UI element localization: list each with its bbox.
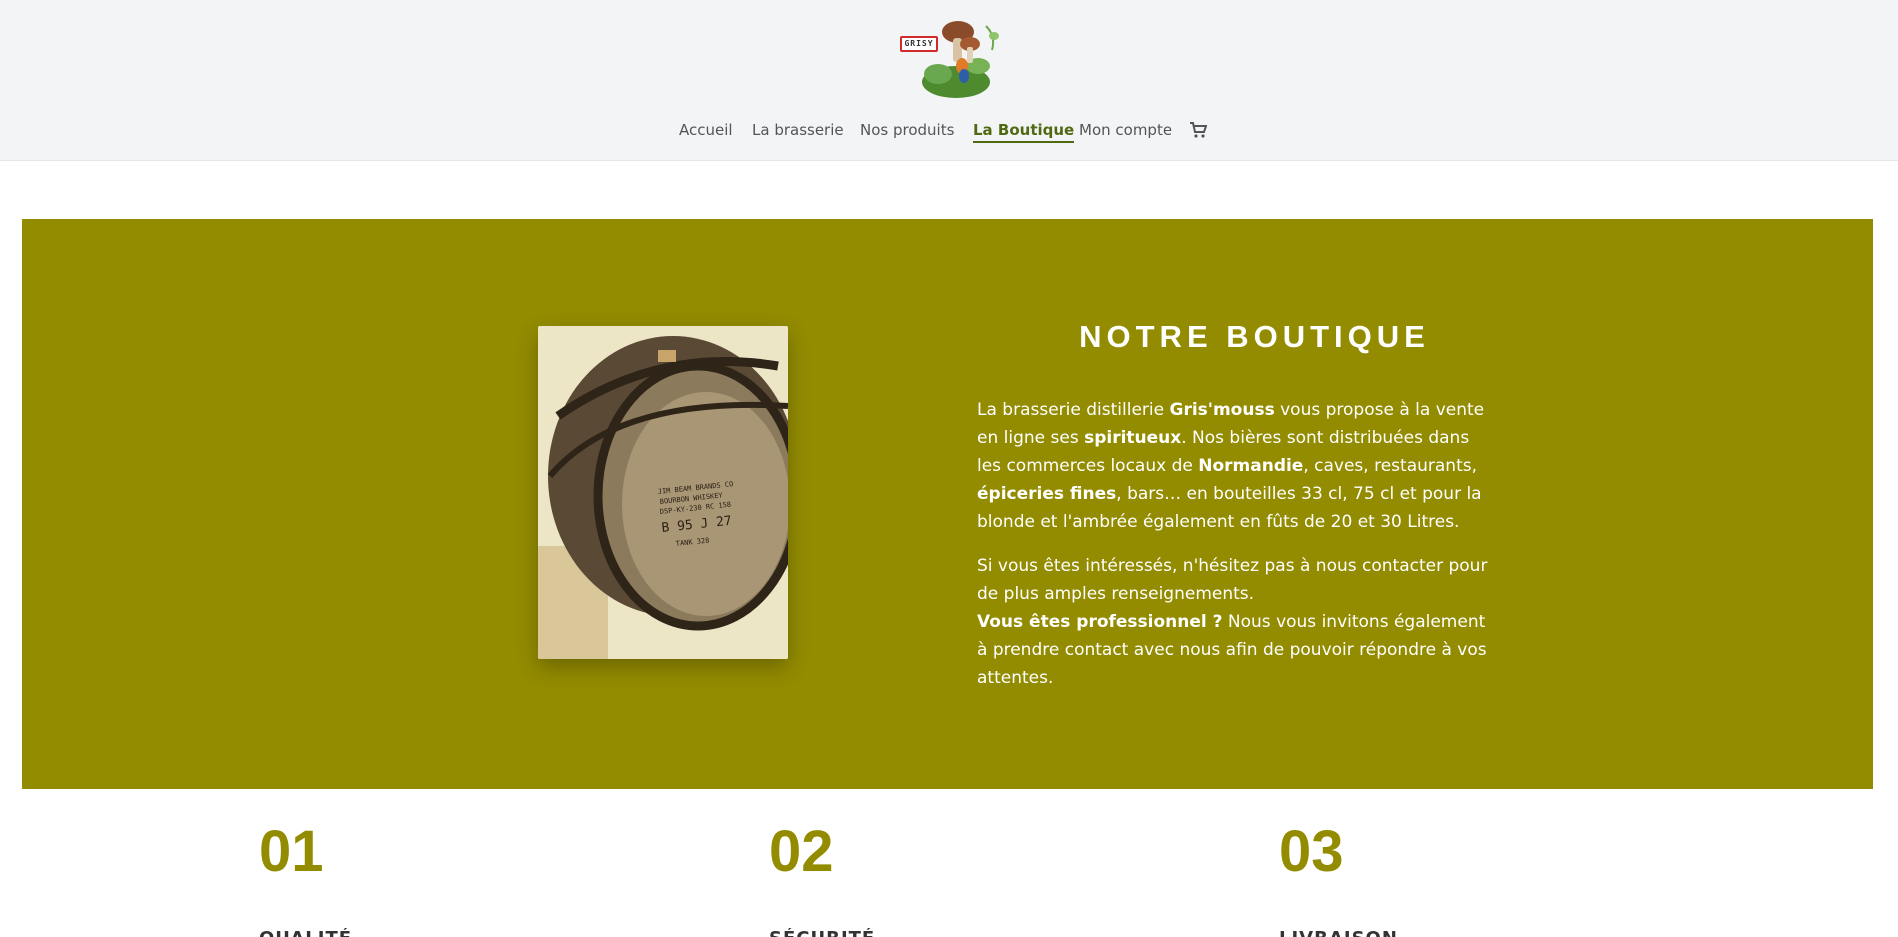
nav-la-brasserie[interactable]: La brasserie [752,118,844,148]
feature-label-3: LIVRAISON [1279,928,1398,937]
shop-hero-section: JIM BEAM BRANDS CO BOURBON WHISKEY DSP-K… [22,219,1873,789]
logo-illustration [922,21,999,98]
nav-accueil[interactable]: Accueil [679,118,733,148]
site-logo[interactable]: GRISY [896,16,1002,102]
feature-number-2: 02 [769,819,834,884]
text-segment: La brasserie distillerie [977,400,1170,420]
feature-label-1: QUALITÉ [259,928,352,937]
brand-name: Gris'mouss [1169,400,1275,420]
keyword-spiritueux: spiritueux [1084,428,1182,448]
nav-nos-produits[interactable]: Nos produits [860,118,954,148]
hero-description: La brasserie distillerie Gris'mouss vous… [977,396,1497,708]
keyword-epiceries-fines: épiceries fines [977,484,1117,504]
logo-sign: GRISY [900,36,938,52]
pro-question: Vous êtes professionnel ? [977,612,1223,632]
feature-label-2: SÉCURITÉ [769,928,875,937]
cart-icon[interactable] [1189,121,1208,139]
site-header: GRISY Accueil La brasserie Nos produits … [0,0,1898,161]
text-segment: Si vous êtes intéressés, n'hésitez pas à… [977,556,1488,604]
nav-la-boutique[interactable]: La Boutique [973,118,1075,148]
feature-number-3: 03 [1279,819,1344,884]
keyword-normandie: Normandie [1198,456,1304,476]
nav-mon-compte[interactable]: Mon compte [1079,118,1172,148]
barrel-image: JIM BEAM BRANDS CO BOURBON WHISKEY DSP-K… [538,326,788,659]
intro-paragraph: La brasserie distillerie Gris'mouss vous… [977,396,1497,536]
contact-paragraph: Si vous êtes intéressés, n'hésitez pas à… [977,552,1497,692]
text-segment: , caves, restaurants, [1303,456,1477,476]
feature-number-1: 01 [259,819,324,884]
page-title: NOTRE BOUTIQUE [1079,319,1430,354]
main-nav: Accueil La brasserie Nos produits La Bou… [0,118,1898,148]
